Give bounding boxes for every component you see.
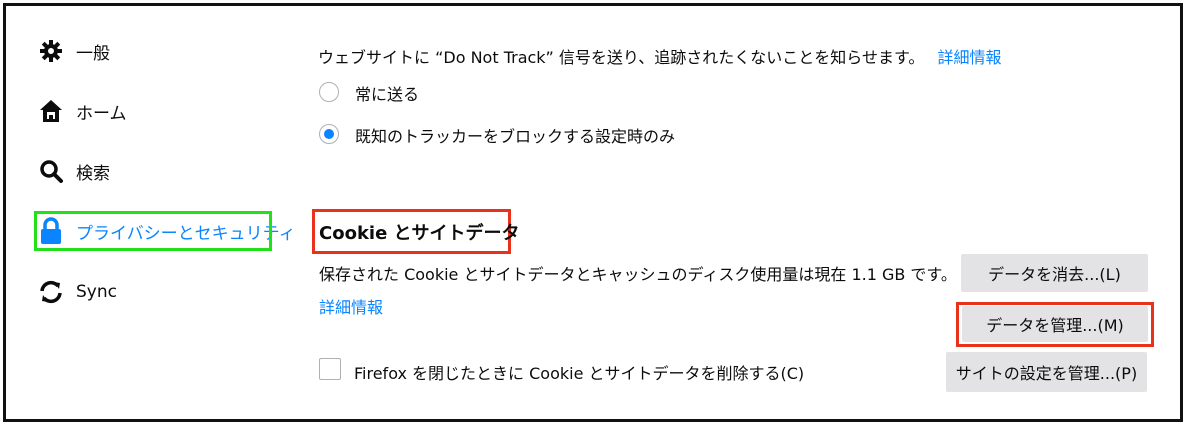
sync-icon [36, 277, 66, 307]
gear-icon [36, 36, 66, 66]
sidebar-item-label: Sync [76, 282, 117, 302]
highlight-privacy-selection [34, 211, 272, 251]
cookie-usage-text: 保存された Cookie とサイトデータとキャッシュのディスク使用量は現在 1.… [319, 265, 957, 284]
dnt-learn-more-link[interactable]: 詳細情報 [937, 48, 1001, 67]
home-icon [36, 96, 66, 126]
dnt-always-label: 常に送る [355, 85, 420, 104]
sidebar-item-sync[interactable]: Sync [36, 274, 117, 310]
manage-data-button[interactable]: データを管理...(M) [962, 306, 1148, 342]
delete-on-close-checkbox[interactable] [319, 358, 341, 380]
cookie-section-heading: Cookie とサイトデータ [319, 223, 520, 244]
dnt-description-row: ウェブサイトに “Do Not Track” 信号を送り、追跡されたくないことを… [318, 44, 1001, 68]
sidebar-item-label: ホーム [76, 103, 127, 124]
dnt-always-radio[interactable] [319, 82, 339, 102]
search-icon [36, 156, 66, 186]
manage-site-settings-button[interactable]: サイトの設定を管理...(P) [946, 352, 1147, 392]
sidebar-item-label: 一般 [76, 43, 110, 64]
sidebar-item-search[interactable]: 検索 [36, 153, 110, 189]
delete-on-close-label: Firefox を閉じたときに Cookie とサイトデータを削除する(C) [354, 364, 805, 383]
sidebar-item-general[interactable]: 一般 [36, 33, 110, 69]
sidebar-item-home[interactable]: ホーム [36, 93, 127, 129]
cookie-learn-more-link[interactable]: 詳細情報 [319, 294, 383, 318]
dnt-tracker-only-label: 既知のトラッカーをブロックする設定時のみ [355, 127, 676, 146]
dnt-tracker-only-radio[interactable] [319, 124, 339, 144]
clear-data-button[interactable]: データを消去...(L) [961, 254, 1148, 292]
sidebar-item-label: 検索 [76, 163, 110, 184]
dnt-description: ウェブサイトに “Do Not Track” 信号を送り、追跡されたくないことを… [318, 48, 925, 67]
